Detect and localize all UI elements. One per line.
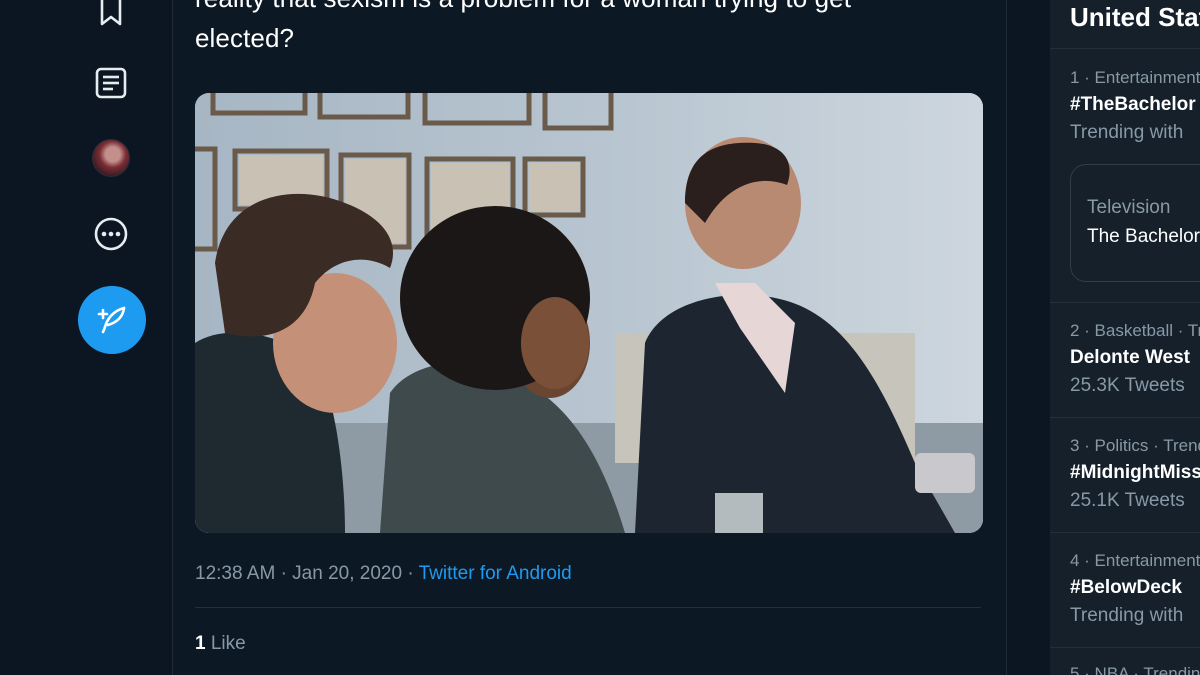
trend-sub: 25.1K Tweets: [1070, 490, 1185, 511]
trend-item-4[interactable]: 4 · Entertainment · Trending #BelowDeck …: [1070, 551, 1200, 627]
trend-item-3[interactable]: 3 · Politics · Trending #MidnightMission…: [1070, 436, 1200, 512]
left-navigation: [0, 0, 172, 675]
trend-name: #MidnightMission: [1070, 462, 1200, 483]
trend-meta: 4 · Entertainment · Trending: [1070, 551, 1200, 570]
trend-separator: [1050, 302, 1200, 303]
trend-sub: Trending with: [1070, 122, 1184, 143]
bookmark-icon: [100, 0, 122, 26]
trend-related-card[interactable]: Television The Bachelor: [1070, 164, 1200, 282]
compose-tweet-button[interactable]: [78, 286, 146, 354]
card-category: Television: [1087, 197, 1171, 218]
trend-name: #TheBachelor: [1070, 94, 1196, 115]
lists-nav-item[interactable]: [80, 52, 142, 114]
more-icon: [94, 217, 128, 251]
card-title: The Bachelor: [1087, 226, 1200, 247]
tweet-text-line-1: reality that sexism is a problem for a w…: [195, 0, 995, 18]
lists-icon: [95, 67, 127, 99]
tweet-text-line-2: elected?: [195, 23, 295, 53]
trend-name: #BelowDeck: [1070, 577, 1182, 598]
trend-item-1[interactable]: 1 · Entertainment · Trending #TheBachelo…: [1070, 68, 1200, 144]
trend-item-2[interactable]: 2 · Basketball · Trending Delonte West 2…: [1070, 321, 1200, 397]
trend-name: Delonte West: [1070, 347, 1191, 368]
trend-sub: 25.3K Tweets: [1070, 375, 1185, 396]
like-count-number: 1: [195, 633, 206, 654]
trend-separator: [1050, 48, 1200, 49]
like-label: Like: [210, 633, 246, 654]
tweet-metadata: 12:38 AM · Jan 20, 2020 · Twitter for An…: [195, 563, 572, 585]
trend-meta: 5 · NBA · Trending: [1070, 664, 1200, 675]
sidebar-gap: [1007, 0, 1050, 675]
tweet-date: Jan 20, 2020: [292, 563, 403, 584]
meta-separator: ·: [407, 563, 419, 584]
video-frame: [195, 93, 983, 533]
tweet-divider: [195, 607, 981, 608]
trend-meta: 3 · Politics · Trending: [1070, 436, 1200, 455]
trends-title: United States trends: [1070, 2, 1200, 32]
tweet-time: 12:38 AM: [195, 563, 276, 584]
more-nav-item[interactable]: [80, 203, 142, 265]
tweet-text: reality that sexism is a problem for a w…: [195, 0, 995, 58]
tweet-video[interactable]: [195, 93, 983, 533]
likes-count[interactable]: 1 Like: [195, 633, 246, 655]
profile-nav-item[interactable]: [80, 127, 142, 189]
trend-meta: 1 · Entertainment · Trending: [1070, 68, 1200, 87]
bookmarks-nav-item[interactable]: [80, 0, 142, 42]
avatar: [92, 139, 130, 177]
tweet-source-link[interactable]: Twitter for Android: [419, 563, 572, 584]
trend-separator: [1050, 532, 1200, 533]
trends-panel: United States trends 1 · Entertainment ·…: [1050, 0, 1200, 675]
meta-separator: ·: [280, 563, 293, 584]
trend-separator: [1050, 647, 1200, 648]
trend-separator: [1050, 417, 1200, 418]
trend-meta: 2 · Basketball · Trending: [1070, 321, 1200, 340]
trend-sub: Trending with: [1070, 605, 1184, 626]
trend-item-5[interactable]: 5 · NBA · Trending: [1070, 664, 1200, 675]
compose-feather-icon: [97, 306, 126, 334]
